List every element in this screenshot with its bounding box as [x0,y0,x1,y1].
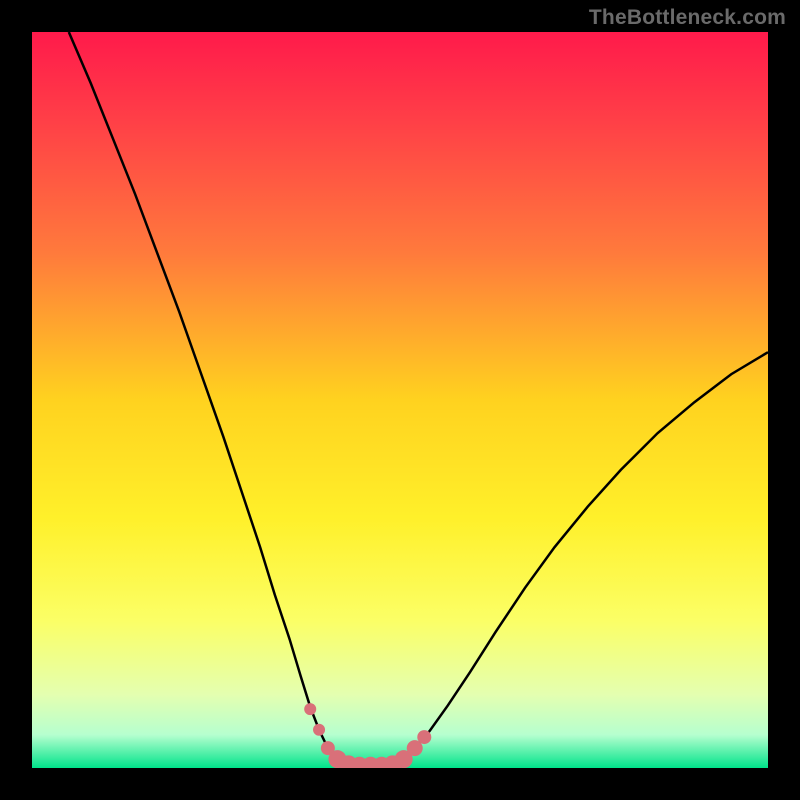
watermark-text: TheBottleneck.com [589,6,786,30]
marker-dot [313,724,325,736]
chart-svg [32,32,768,768]
marker-dot [417,730,431,744]
gradient-background [32,32,768,768]
marker-dot [304,703,316,715]
chart-frame: TheBottleneck.com [0,0,800,800]
plot-area [32,32,768,768]
